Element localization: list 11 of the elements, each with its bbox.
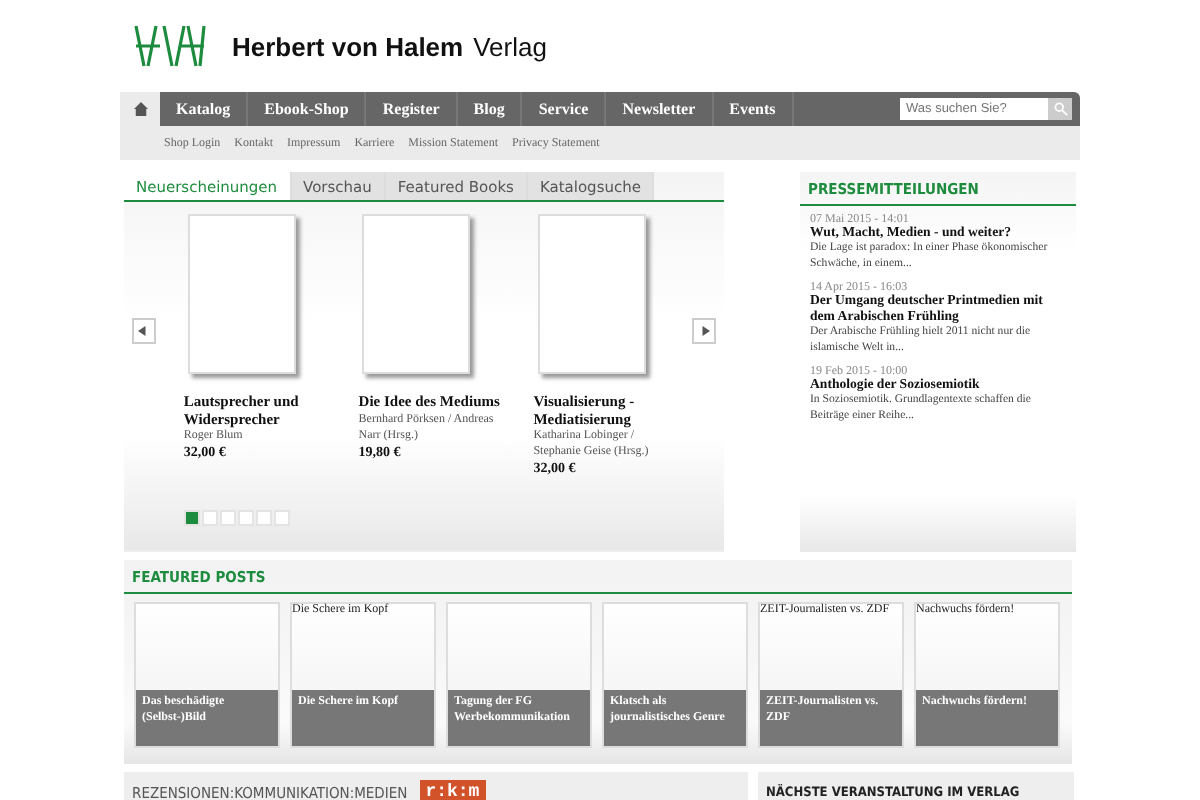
home-button[interactable] bbox=[120, 92, 160, 126]
site-title: Herbert von Halem Verlag bbox=[232, 31, 547, 61]
search-icon bbox=[1053, 102, 1067, 116]
next-button[interactable] bbox=[692, 318, 716, 344]
previous-button[interactable] bbox=[132, 318, 156, 344]
home-icon bbox=[133, 102, 147, 116]
right-arrow-icon bbox=[699, 326, 710, 336]
left-arrow-icon bbox=[138, 326, 149, 336]
rkm-badge: r:k:m bbox=[419, 780, 486, 800]
search-button[interactable] bbox=[1048, 98, 1072, 120]
logo-icon bbox=[128, 22, 212, 70]
